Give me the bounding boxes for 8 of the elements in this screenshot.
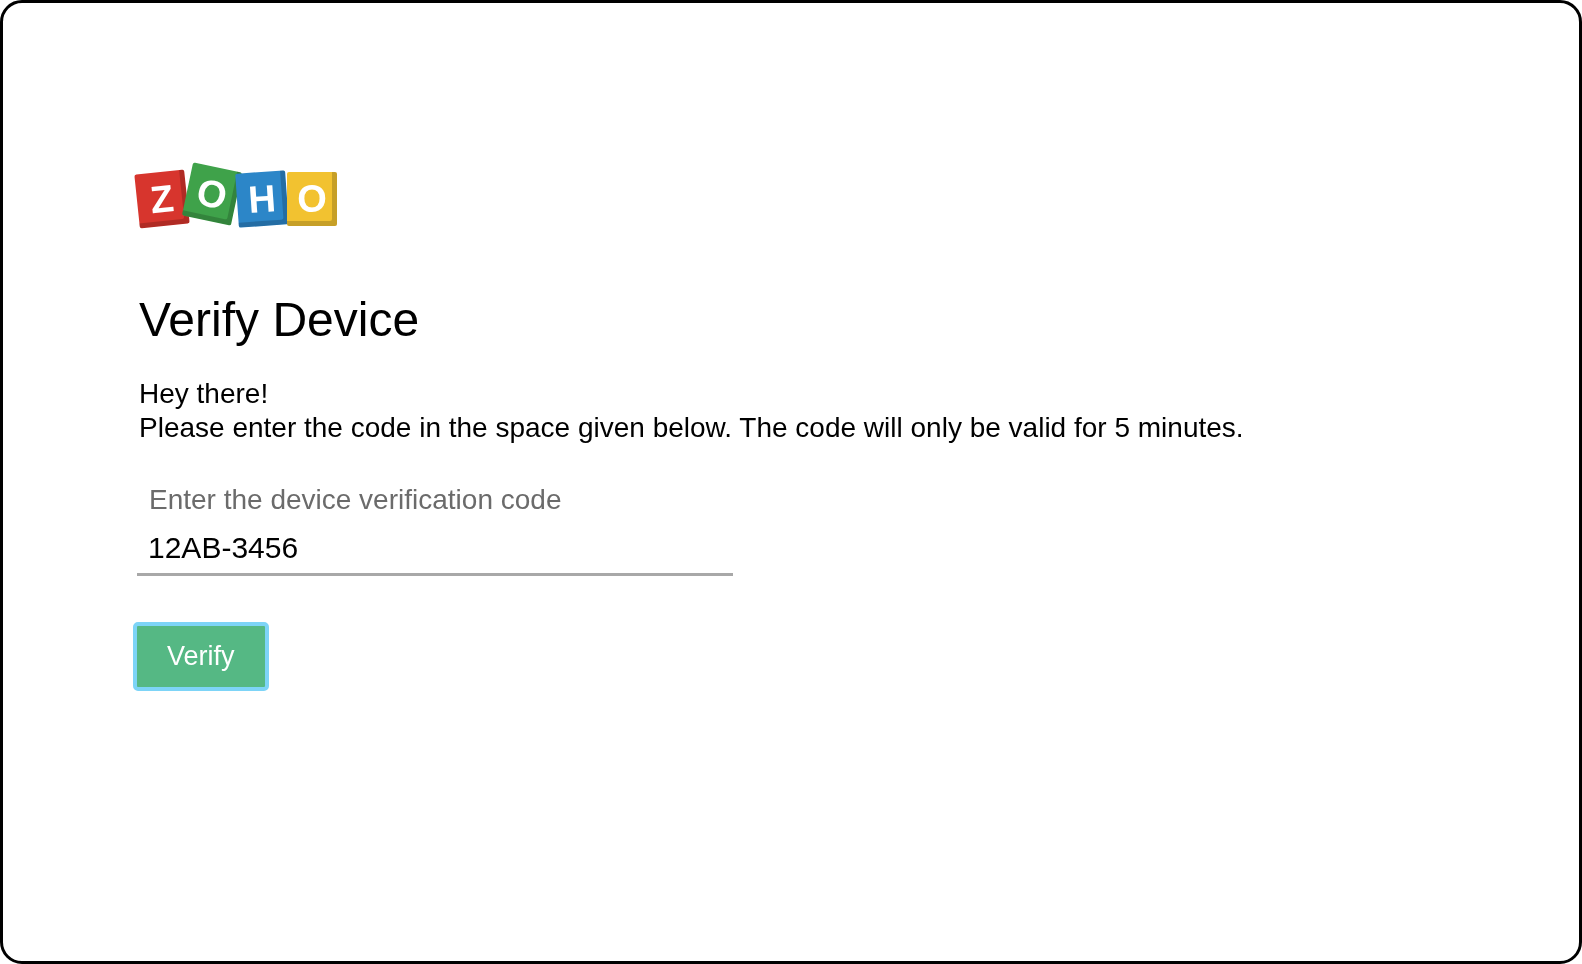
logo-tile: H bbox=[235, 170, 289, 228]
code-input-field[interactable]: 12AB-3456 bbox=[137, 530, 733, 576]
page-heading: Verify Device bbox=[139, 292, 421, 348]
field-label: Enter the device verification code bbox=[149, 482, 562, 517]
logo-tile: O bbox=[287, 172, 337, 226]
greeting-text: Hey there! bbox=[139, 376, 270, 411]
instruction-text: Please enter the code in the space given below. The code will only be valid for 5 minutes. bbox=[139, 410, 1245, 445]
logo-tile: Z bbox=[134, 169, 190, 229]
